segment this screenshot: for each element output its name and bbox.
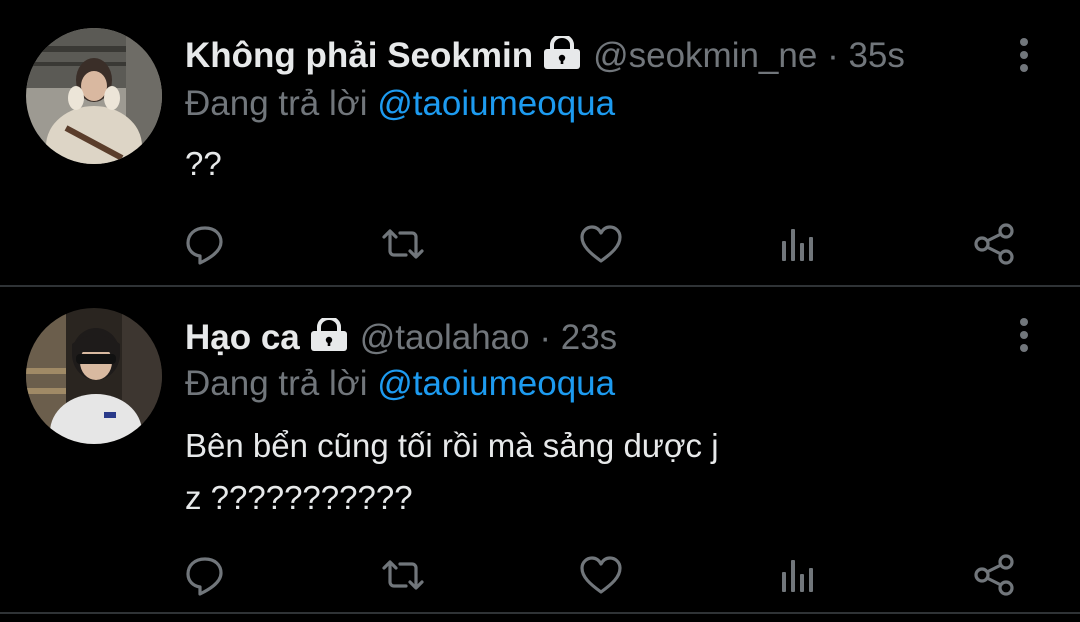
replying-to: Đang trả lời @taoiumeoqua <box>185 364 615 404</box>
handle[interactable]: @taolahao <box>360 318 530 357</box>
more-vertical-icon[interactable] <box>1012 316 1036 356</box>
tweet-text: Bên bển cũng tối rồi mà sảng dược j z ??… <box>185 427 719 516</box>
tweet[interactable]: Không phải Seokmin @seokmin_ne · 35s Đang… <box>0 0 1080 284</box>
tweet-header: Hạo ca @taolahao · 23s <box>185 318 617 358</box>
reply-prefix: Đang trả lời <box>185 364 368 403</box>
more-vertical-icon[interactable] <box>1012 36 1036 76</box>
divider <box>0 285 1080 287</box>
display-name[interactable]: Không phải Seokmin <box>185 36 533 75</box>
separator: · <box>539 318 551 357</box>
lock-icon <box>543 36 581 70</box>
heart-button[interactable] <box>576 219 626 269</box>
views-button[interactable] <box>774 219 824 269</box>
share-button[interactable] <box>970 219 1020 269</box>
timestamp[interactable]: 35s <box>848 36 904 75</box>
lock-icon <box>310 318 348 352</box>
replying-to: Đang trả lời @taoiumeoqua <box>185 84 615 124</box>
tweet-text: ?? <box>185 145 222 182</box>
reply-mention[interactable]: @taoiumeoqua <box>377 364 615 403</box>
divider <box>0 612 1080 614</box>
avatar[interactable] <box>26 308 162 444</box>
views-button[interactable] <box>774 550 824 600</box>
reply-button[interactable] <box>180 550 230 600</box>
share-button[interactable] <box>970 550 1020 600</box>
avatar[interactable] <box>26 28 162 164</box>
tweet-header: Không phải Seokmin @seokmin_ne · 35s <box>185 36 905 76</box>
reply-prefix: Đang trả lời <box>185 84 368 123</box>
display-name[interactable]: Hạo ca <box>185 318 300 357</box>
retweet-button[interactable] <box>378 550 428 600</box>
separator: · <box>827 36 839 75</box>
retweet-button[interactable] <box>378 219 428 269</box>
reply-mention[interactable]: @taoiumeoqua <box>377 84 615 123</box>
tweet[interactable]: Hạo ca @taolahao · 23s Đang trả lời @taoi… <box>0 288 1080 618</box>
handle[interactable]: @seokmin_ne <box>593 36 817 75</box>
heart-button[interactable] <box>576 550 626 600</box>
reply-button[interactable] <box>180 219 230 269</box>
timestamp[interactable]: 23s <box>561 318 617 357</box>
